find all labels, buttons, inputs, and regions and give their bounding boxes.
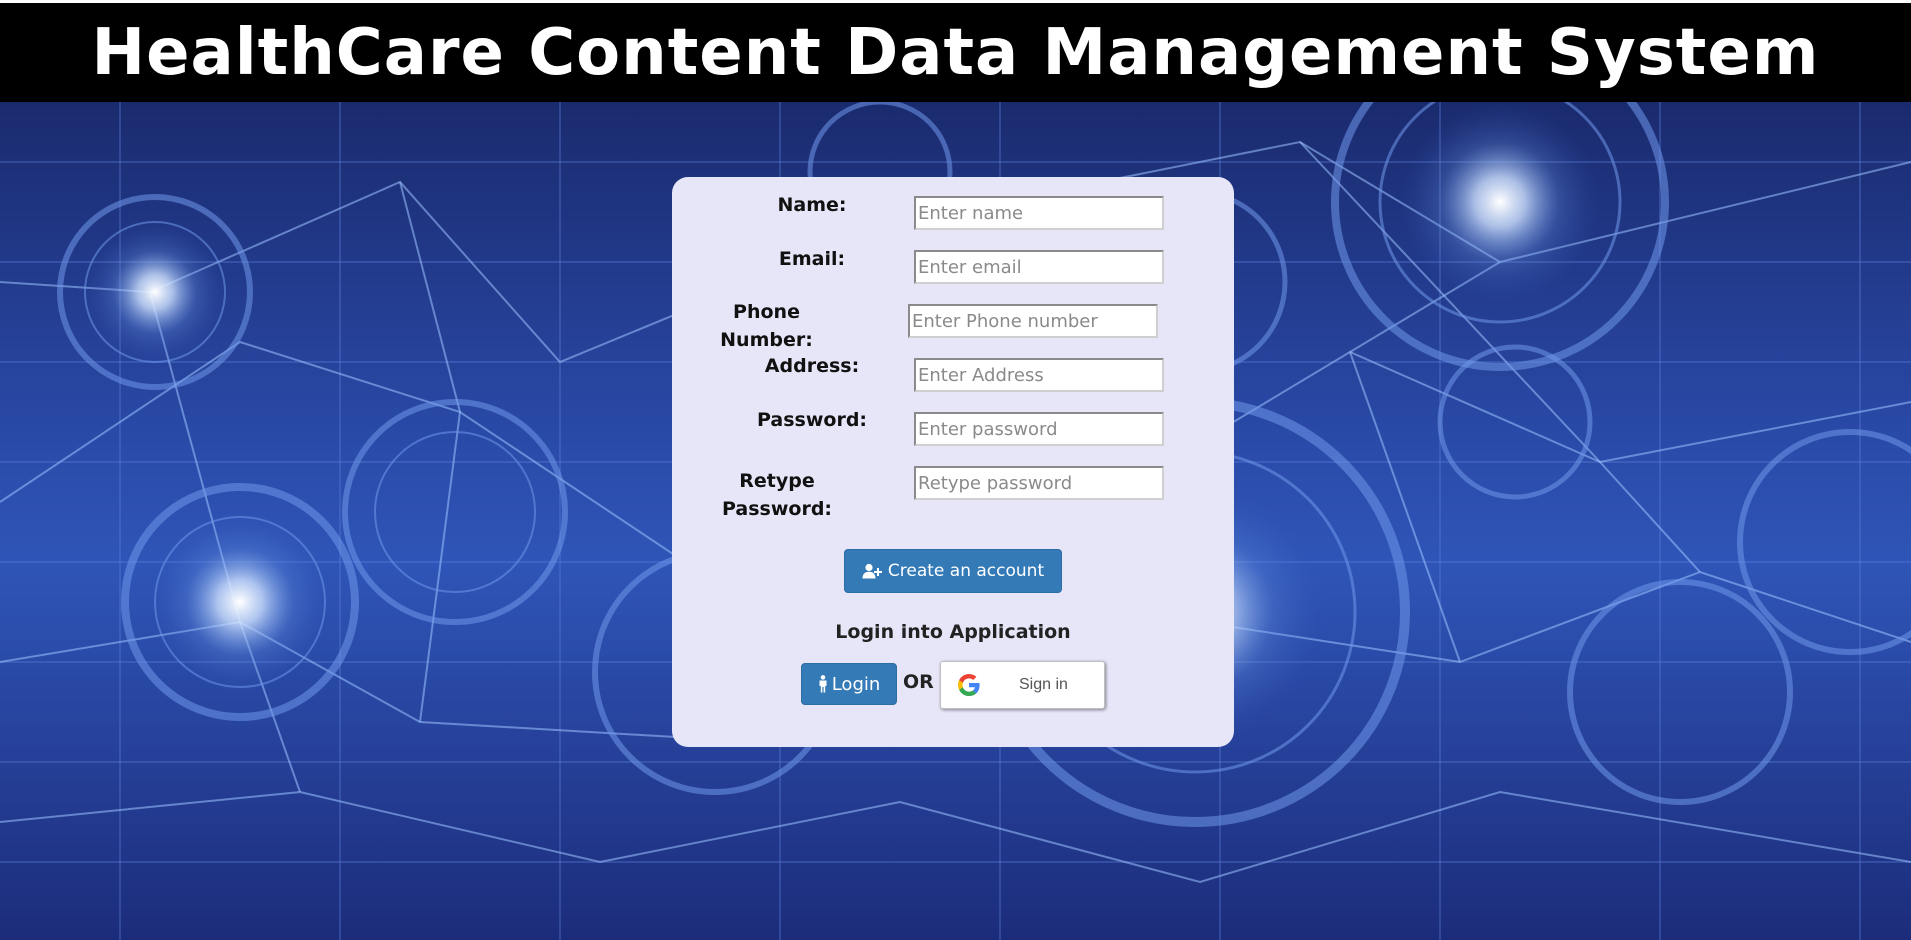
app-header: HealthCare Content Data Management Syste… — [0, 3, 1911, 102]
retype-password-input[interactable] — [914, 466, 1164, 500]
google-sign-in-button[interactable]: Sign in — [940, 661, 1105, 709]
google-g-icon — [958, 674, 980, 696]
password-input[interactable] — [914, 412, 1164, 446]
address-label: Address: — [764, 355, 860, 377]
password-label: Password: — [756, 409, 868, 431]
login-button-label: Login — [831, 673, 881, 695]
page-title: HealthCare Content Data Management Syste… — [91, 15, 1820, 90]
phone-number-input[interactable] — [908, 304, 1158, 338]
login-button[interactable]: Login — [801, 663, 897, 705]
or-separator: OR — [903, 671, 934, 693]
signup-panel: Name: Email: Phone Number: Address: Pass… — [672, 177, 1234, 747]
retype-password-label: Retype Password: — [721, 470, 833, 520]
phone-number-label: Phone Number: — [720, 301, 813, 351]
email-label: Email: — [778, 248, 846, 270]
login-section-title: Login into Application — [835, 621, 1071, 643]
create-account-button[interactable]: Create an account — [844, 549, 1062, 593]
email-input[interactable] — [914, 250, 1164, 284]
male-person-icon — [819, 675, 827, 693]
create-account-label: Create an account — [887, 561, 1045, 581]
address-input[interactable] — [914, 358, 1164, 392]
user-plus-icon — [862, 563, 882, 579]
google-sign-in-label: Sign in — [1019, 676, 1068, 693]
name-label: Name: — [777, 194, 847, 216]
name-input[interactable] — [914, 196, 1164, 230]
